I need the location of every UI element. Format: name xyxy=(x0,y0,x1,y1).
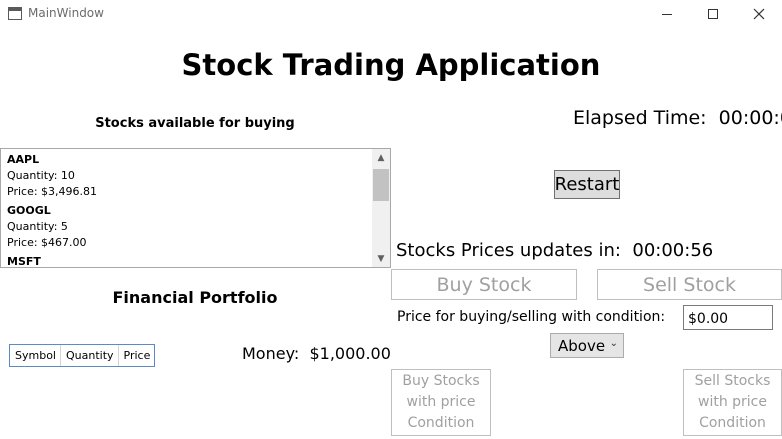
stock-price: Price: $467.00 xyxy=(7,236,87,249)
portfolio-heading: Financial Portfolio xyxy=(112,288,278,307)
maximize-icon xyxy=(708,9,718,19)
stock-quantity: Quantity: 10 xyxy=(7,169,75,182)
maximize-button[interactable] xyxy=(690,0,736,28)
money-value: $1,000.00 xyxy=(309,344,391,363)
stock-price: Price: $3,496.81 xyxy=(7,185,98,198)
list-item[interactable]: AAPL Quantity: 10 Price: $3,496.81 xyxy=(1,149,390,200)
condition-price-label: Price for buying/selling with condition: xyxy=(397,309,666,325)
stock-symbol: AAPL xyxy=(7,153,40,166)
stock-quantity: Quantity: 5 xyxy=(7,220,68,233)
condition-price-input[interactable] xyxy=(683,305,773,330)
restart-button[interactable]: Restart xyxy=(554,170,620,199)
scroll-up-icon[interactable]: ▲ xyxy=(372,149,390,166)
minimize-button[interactable] xyxy=(644,0,690,28)
price-update-countdown: Stocks Prices updates in: 00:00:56 xyxy=(396,240,713,261)
minimize-icon xyxy=(662,13,672,15)
money-label: Money: xyxy=(242,344,300,363)
page-title: Stock Trading Application xyxy=(181,48,601,82)
elapsed-value: 00:00:04 xyxy=(718,107,782,129)
scroll-thumb[interactable] xyxy=(373,169,389,201)
list-item[interactable]: GOOGL Quantity: 5 Price: $467.00 xyxy=(1,200,390,251)
close-button[interactable] xyxy=(736,0,782,28)
column-header-symbol[interactable]: Symbol xyxy=(10,345,61,366)
stock-symbol: MSFT xyxy=(7,255,41,268)
money-display: Money: $1,000.00 xyxy=(242,344,391,363)
buy-with-condition-button[interactable]: Buy Stocks with price Condition xyxy=(391,369,491,436)
buy-stock-button[interactable]: Buy Stock xyxy=(391,269,577,300)
elapsed-time: Elapsed Time: 00:00:04 xyxy=(573,107,782,129)
condition-selected: Above xyxy=(558,336,606,355)
stocks-list[interactable]: AAPL Quantity: 10 Price: $3,496.81 GOOGL… xyxy=(0,148,391,268)
stocks-heading: Stocks available for buying xyxy=(95,116,295,131)
list-scrollbar[interactable]: ▲ ▼ xyxy=(372,149,390,267)
window-icon xyxy=(8,7,22,20)
update-value: 00:00:56 xyxy=(632,240,714,261)
portfolio-table[interactable]: Symbol Quantity Price xyxy=(9,344,156,367)
update-label: Stocks Prices updates in: xyxy=(396,240,621,261)
column-header-price[interactable]: Price xyxy=(119,345,155,366)
window-title: MainWindow xyxy=(28,6,104,20)
column-header-quantity[interactable]: Quantity xyxy=(61,345,119,366)
close-icon xyxy=(753,8,765,20)
elapsed-label: Elapsed Time: xyxy=(573,107,707,129)
sell-with-condition-button[interactable]: Sell Stocks with price Condition xyxy=(683,369,782,436)
chevron-down-icon: ⌄ xyxy=(609,338,618,349)
title-bar: MainWindow xyxy=(0,0,782,28)
sell-stock-button[interactable]: Sell Stock xyxy=(597,269,782,300)
scroll-down-icon[interactable]: ▼ xyxy=(372,250,390,267)
condition-dropdown[interactable]: Above ⌄ xyxy=(550,333,624,358)
stock-symbol: GOOGL xyxy=(7,204,51,217)
list-item[interactable]: MSFT xyxy=(1,251,390,268)
